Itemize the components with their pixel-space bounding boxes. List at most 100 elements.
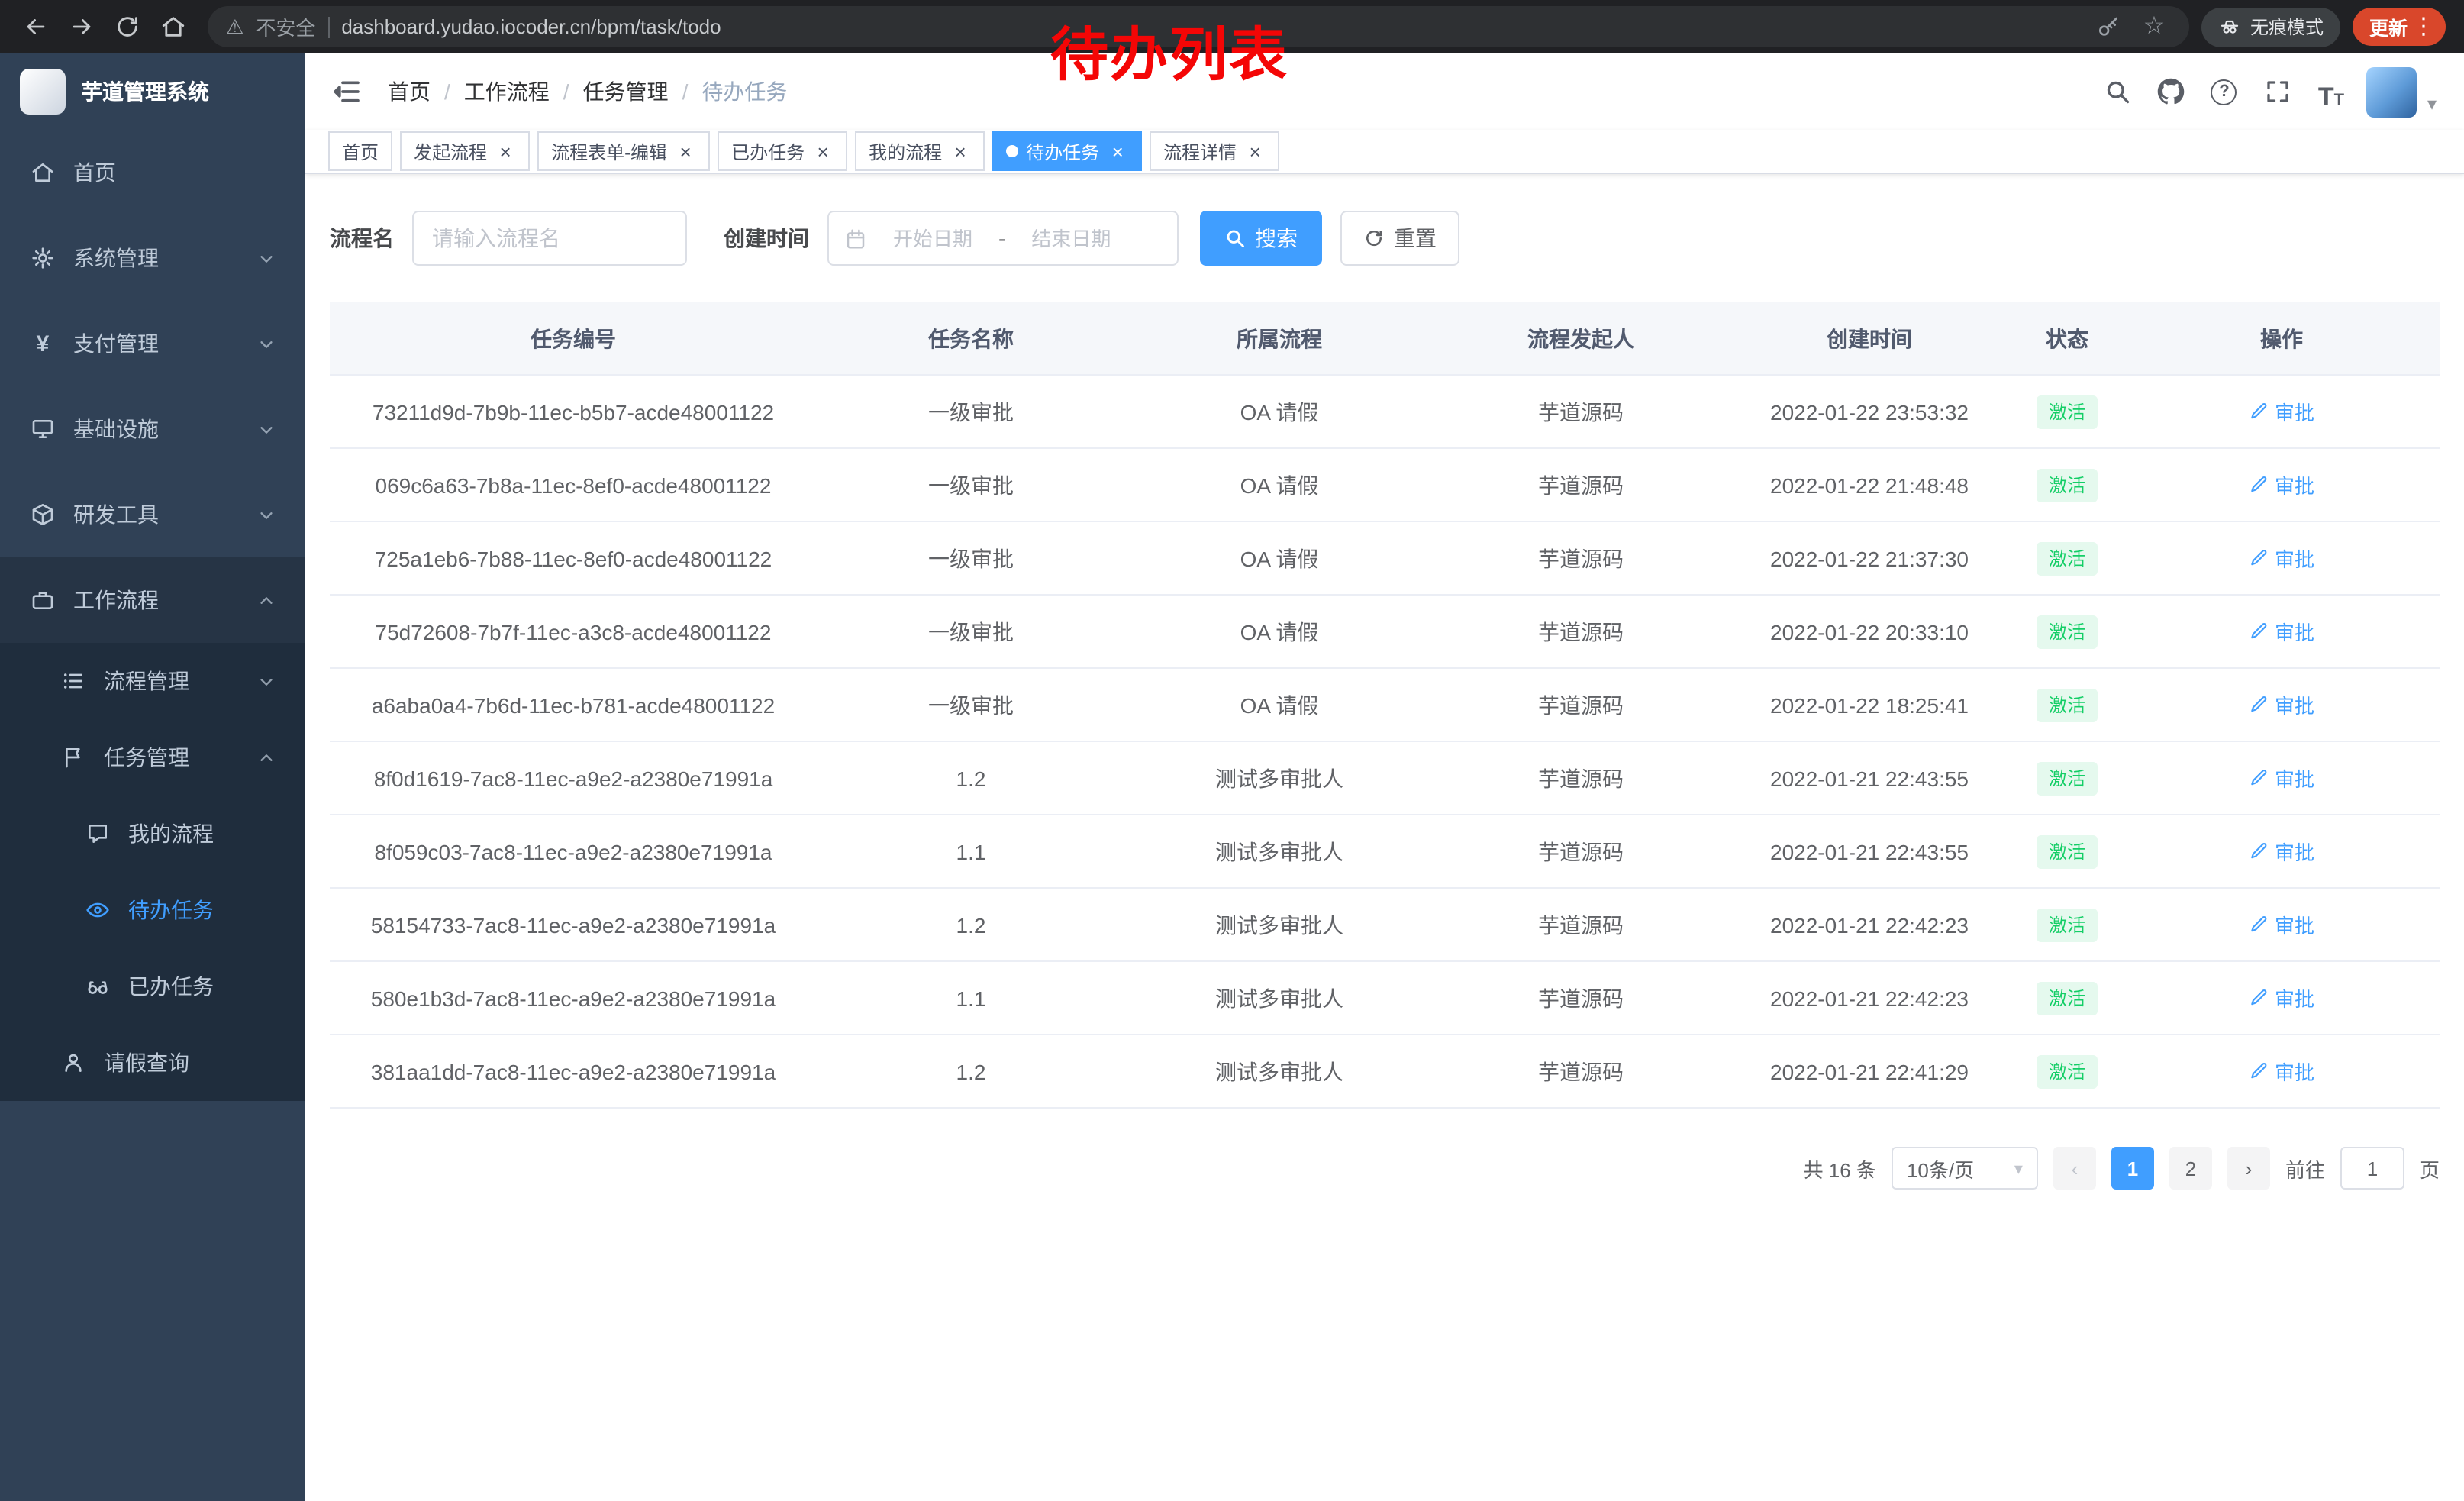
page-button-2[interactable]: 2	[2169, 1147, 2212, 1190]
list-icon	[61, 669, 85, 693]
flag-icon	[61, 745, 85, 770]
sidebar-item-done-task[interactable]: 已办任务	[0, 948, 305, 1025]
breadcrumb-workflow[interactable]: 工作流程	[464, 76, 550, 107]
edit-pen-icon	[2249, 475, 2269, 495]
end-date-input[interactable]	[1014, 227, 1127, 250]
incognito-badge[interactable]: 无痕模式	[2201, 7, 2340, 47]
next-page-button[interactable]: ›	[2227, 1147, 2270, 1190]
page-button-1[interactable]: 1	[2111, 1147, 2154, 1190]
incognito-icon	[2218, 15, 2241, 38]
github-icon	[2157, 78, 2185, 105]
close-icon[interactable]: ×	[1244, 140, 1266, 162]
home-button[interactable]	[150, 4, 195, 50]
column-header: 所属流程	[1125, 323, 1434, 353]
close-icon[interactable]: ×	[495, 140, 516, 162]
sidebar-item-todo-task[interactable]: 待办任务	[0, 872, 305, 948]
reload-button[interactable]	[104, 4, 150, 50]
create-time-cell: 2022-01-21 22:42:23	[1728, 912, 2011, 937]
process-name-input[interactable]	[432, 226, 667, 250]
edit-pen-icon	[2249, 1061, 2269, 1081]
forward-button[interactable]	[58, 4, 104, 50]
tab-home[interactable]: 首页	[328, 131, 392, 171]
task-id-cell: 8f059c03-7ac8-11ec-a9e2-a2380e71991a	[330, 839, 817, 863]
sidebar-item-payment[interactable]: ¥ 支付管理	[0, 301, 305, 386]
avatar-caret-icon[interactable]: ▾	[2427, 92, 2437, 114]
edit-pen-icon	[2249, 621, 2269, 641]
goto-page-input[interactable]	[2340, 1147, 2404, 1190]
briefcase-icon	[31, 588, 55, 612]
close-icon[interactable]: ×	[812, 140, 834, 162]
starter-cell: 芋道源码	[1434, 1056, 1728, 1086]
menu-label: 支付管理	[73, 328, 159, 359]
app-logo[interactable]: 芋道管理系统	[0, 53, 305, 130]
approve-link[interactable]: 审批	[2249, 690, 2314, 719]
github-button[interactable]	[2153, 73, 2189, 110]
browser-menu-icon[interactable]: ⋮	[2412, 15, 2435, 38]
sidebar-item-my-process[interactable]: 我的流程	[0, 796, 305, 872]
edit-pen-icon	[2249, 695, 2269, 715]
approve-link[interactable]: 审批	[2249, 983, 2314, 1012]
update-chip[interactable]: 更新 ⋮	[2353, 8, 2446, 46]
page-size-select[interactable]: 10条/页 ▾	[1892, 1147, 2038, 1190]
bookmark-star-button[interactable]: ☆	[2137, 15, 2171, 39]
approve-link[interactable]: 审批	[2249, 470, 2314, 499]
close-icon[interactable]: ×	[1107, 140, 1128, 162]
sidebar-item-leave-query[interactable]: 请假查询	[0, 1025, 305, 1101]
sidebar-item-infra[interactable]: 基础设施	[0, 386, 305, 472]
task-id-cell: 58154733-7ac8-11ec-a9e2-a2380e71991a	[330, 912, 817, 937]
approve-link[interactable]: 审批	[2249, 397, 2314, 426]
help-button[interactable]: ?	[2206, 73, 2243, 110]
sidebar-toggle[interactable]	[327, 72, 366, 111]
update-label: 更新	[2369, 12, 2408, 41]
fullscreen-button[interactable]	[2259, 73, 2296, 110]
sidebar-item-workflow[interactable]: 工作流程	[0, 557, 305, 643]
pagination: 共 16 条 10条/页 ▾ ‹ 1 2 › 前往 页	[330, 1147, 2440, 1190]
sidebar-item-home[interactable]: 首页	[0, 130, 305, 215]
font-size-button[interactable]: T T	[2313, 73, 2350, 110]
sidebar-item-system[interactable]: 系统管理	[0, 215, 305, 301]
breadcrumb-home[interactable]: 首页	[388, 76, 431, 107]
sidebar-item-devtools[interactable]: 研发工具	[0, 472, 305, 557]
date-range-picker[interactable]: -	[827, 211, 1179, 266]
chevron-down-icon	[258, 506, 275, 523]
annotation-overlay: 待办列表	[1050, 8, 1288, 92]
approve-link[interactable]: 审批	[2249, 617, 2314, 646]
process-cell: 测试多审批人	[1125, 836, 1434, 867]
menu-label: 请假查询	[104, 1047, 189, 1078]
prev-page-button[interactable]: ‹	[2053, 1147, 2096, 1190]
security-label[interactable]: 不安全	[256, 12, 315, 41]
tab-form-edit[interactable]: 流程表单-编辑 ×	[537, 131, 710, 171]
search-button[interactable]	[2099, 73, 2136, 110]
sidebar-item-task-mgmt[interactable]: 任务管理	[0, 719, 305, 796]
chevron-down-icon	[258, 421, 275, 437]
menu-label: 系统管理	[73, 243, 159, 273]
approve-link[interactable]: 审批	[2249, 837, 2314, 866]
tab-todo-task[interactable]: 待办任务 ×	[992, 131, 1142, 171]
reset-button[interactable]: 重置	[1340, 211, 1459, 266]
approve-link[interactable]: 审批	[2249, 1057, 2314, 1086]
approve-link[interactable]: 审批	[2249, 544, 2314, 573]
table-row: 75d72608-7b7f-11ec-a3c8-acde48001122 一级审…	[330, 596, 2440, 669]
close-icon[interactable]: ×	[675, 140, 696, 162]
breadcrumb-task-mgmt[interactable]: 任务管理	[583, 76, 669, 107]
process-cell: 测试多审批人	[1125, 983, 1434, 1013]
avatar[interactable]	[2366, 66, 2417, 117]
url-text[interactable]: dashboard.yudao.iocoder.cn/bpm/task/todo	[341, 15, 721, 38]
tab-my-process[interactable]: 我的流程 ×	[855, 131, 985, 171]
close-icon[interactable]: ×	[950, 140, 971, 162]
app-header: 首页 / 工作流程 / 任务管理 / 待办任务 ?	[305, 53, 2464, 130]
tab-process-detail[interactable]: 流程详情 ×	[1150, 131, 1279, 171]
tab-start-process[interactable]: 发起流程 ×	[400, 131, 530, 171]
table-row: 069c6a63-7b8a-11ec-8ef0-acde48001122 一级审…	[330, 449, 2440, 522]
back-button[interactable]	[12, 4, 58, 50]
search-button[interactable]: 搜索	[1200, 211, 1322, 266]
approve-link[interactable]: 审批	[2249, 910, 2314, 939]
sidebar-item-process-mgmt[interactable]: 流程管理	[0, 643, 305, 719]
process-name-field[interactable]	[412, 211, 687, 266]
create-time-cell: 2022-01-21 22:43:55	[1728, 766, 2011, 790]
tab-done-task[interactable]: 已办任务 ×	[718, 131, 847, 171]
question-icon: ?	[2211, 79, 2237, 105]
password-key-button[interactable]	[2091, 15, 2125, 39]
start-date-input[interactable]	[876, 227, 989, 250]
approve-link[interactable]: 审批	[2249, 763, 2314, 792]
